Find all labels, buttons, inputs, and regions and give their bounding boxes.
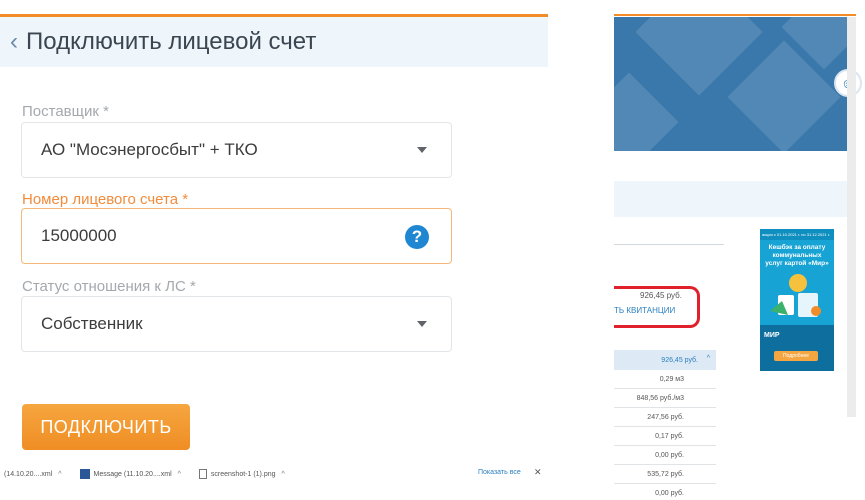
chevron-up-icon[interactable]: ^ — [178, 471, 181, 478]
mir-logo: МИР — [764, 332, 780, 339]
divider — [614, 244, 724, 245]
help-icon[interactable]: ? — [405, 225, 429, 249]
close-icon[interactable]: ✕ — [534, 467, 542, 478]
connect-button[interactable]: ПОДКЛЮЧИТЬ — [22, 404, 190, 450]
modal-header: ‹ Подключить лицевой счет — [0, 17, 548, 67]
page-accent-line — [614, 14, 856, 16]
supplier-label: Поставщик * — [22, 103, 109, 120]
background-page: 926,45 руб. ТЬ КВИТАНЦИИ 926,45 руб. ^ 0… — [614, 0, 862, 500]
word-file-icon — [79, 469, 90, 479]
info-strip — [614, 181, 856, 217]
caret-down-icon — [417, 321, 427, 327]
table-row: 247,56 руб. — [614, 408, 716, 427]
receipt-link[interactable]: ТЬ КВИТАНЦИИ — [614, 306, 675, 315]
table-row: 0,29 м3 — [614, 370, 716, 389]
scrollbar[interactable] — [847, 17, 856, 417]
chevron-up-icon[interactable]: ^ — [58, 471, 61, 478]
promo-ad[interactable]: акция с 01.10.2021 г. по 31.12.2021 г. К… — [760, 229, 834, 371]
caret-down-icon — [417, 147, 427, 153]
connect-account-modal: ‹ Подключить лицевой счет Поставщик * АО… — [0, 0, 548, 500]
page-title: Подключить лицевой счет — [26, 28, 317, 55]
account-number-label: Номер лицевого счета * — [22, 191, 189, 208]
table-header[interactable]: 926,45 руб. ^ — [614, 350, 716, 370]
chevron-up-icon[interactable]: ^ — [282, 471, 285, 478]
table-row: 0,00 руб. — [614, 484, 716, 500]
table-row: 848,56 руб./м3 — [614, 389, 716, 408]
ownership-status-value: Собственник — [41, 314, 143, 333]
account-number-value: 15000000 — [41, 226, 117, 245]
table-header-amount: 926,45 руб. — [661, 356, 698, 364]
ownership-status-select[interactable]: Собственник — [21, 296, 452, 352]
download-item[interactable]: Message (11.10.20....xml ^ — [79, 469, 181, 479]
supplier-value: АО "Мосэнергосбыт" + ТКО — [41, 140, 258, 159]
download-item-name: Message (11.10.20....xml — [93, 470, 172, 478]
table-row: 0,00 руб. — [614, 446, 716, 465]
download-item[interactable]: (14.10.20....xml ^ — [4, 471, 62, 478]
table-row: 0,17 руб. — [614, 427, 716, 446]
file-icon — [198, 469, 207, 479]
ownership-status-label: Статус отношения к ЛС * — [22, 278, 196, 295]
table-row: 535,72 руб. — [614, 465, 716, 484]
supplier-select[interactable]: АО "Мосэнергосбыт" + ТКО — [21, 122, 452, 178]
ad-more-button[interactable]: Подробнее — [774, 351, 818, 361]
show-all-downloads-link[interactable]: Показать все — [478, 469, 521, 476]
ad-period: акция с 01.10.2021 г. по 31.12.2021 г. — [760, 229, 834, 240]
chevron-left-icon[interactable]: ‹ — [10, 30, 18, 54]
download-item-name: screenshot-1 (1).png — [210, 470, 276, 478]
download-item[interactable]: screenshot-1 (1).png ^ — [198, 469, 285, 479]
download-bar: (14.10.20....xml ^ Message (11.10.20....… — [0, 463, 548, 485]
account-number-input[interactable]: 15000000 ? — [21, 208, 452, 264]
download-item-name: (14.10.20....xml — [4, 470, 53, 478]
ad-footer: МИР Подробнее — [760, 325, 834, 371]
ad-illustration-icon — [770, 274, 821, 317]
ad-title: Кешбэк за оплату коммунальных услуг карт… — [765, 244, 829, 267]
receipt-amount: 926,45 руб. — [640, 291, 682, 300]
chevron-up-icon: ^ — [706, 355, 710, 362]
hero-banner — [614, 17, 856, 151]
